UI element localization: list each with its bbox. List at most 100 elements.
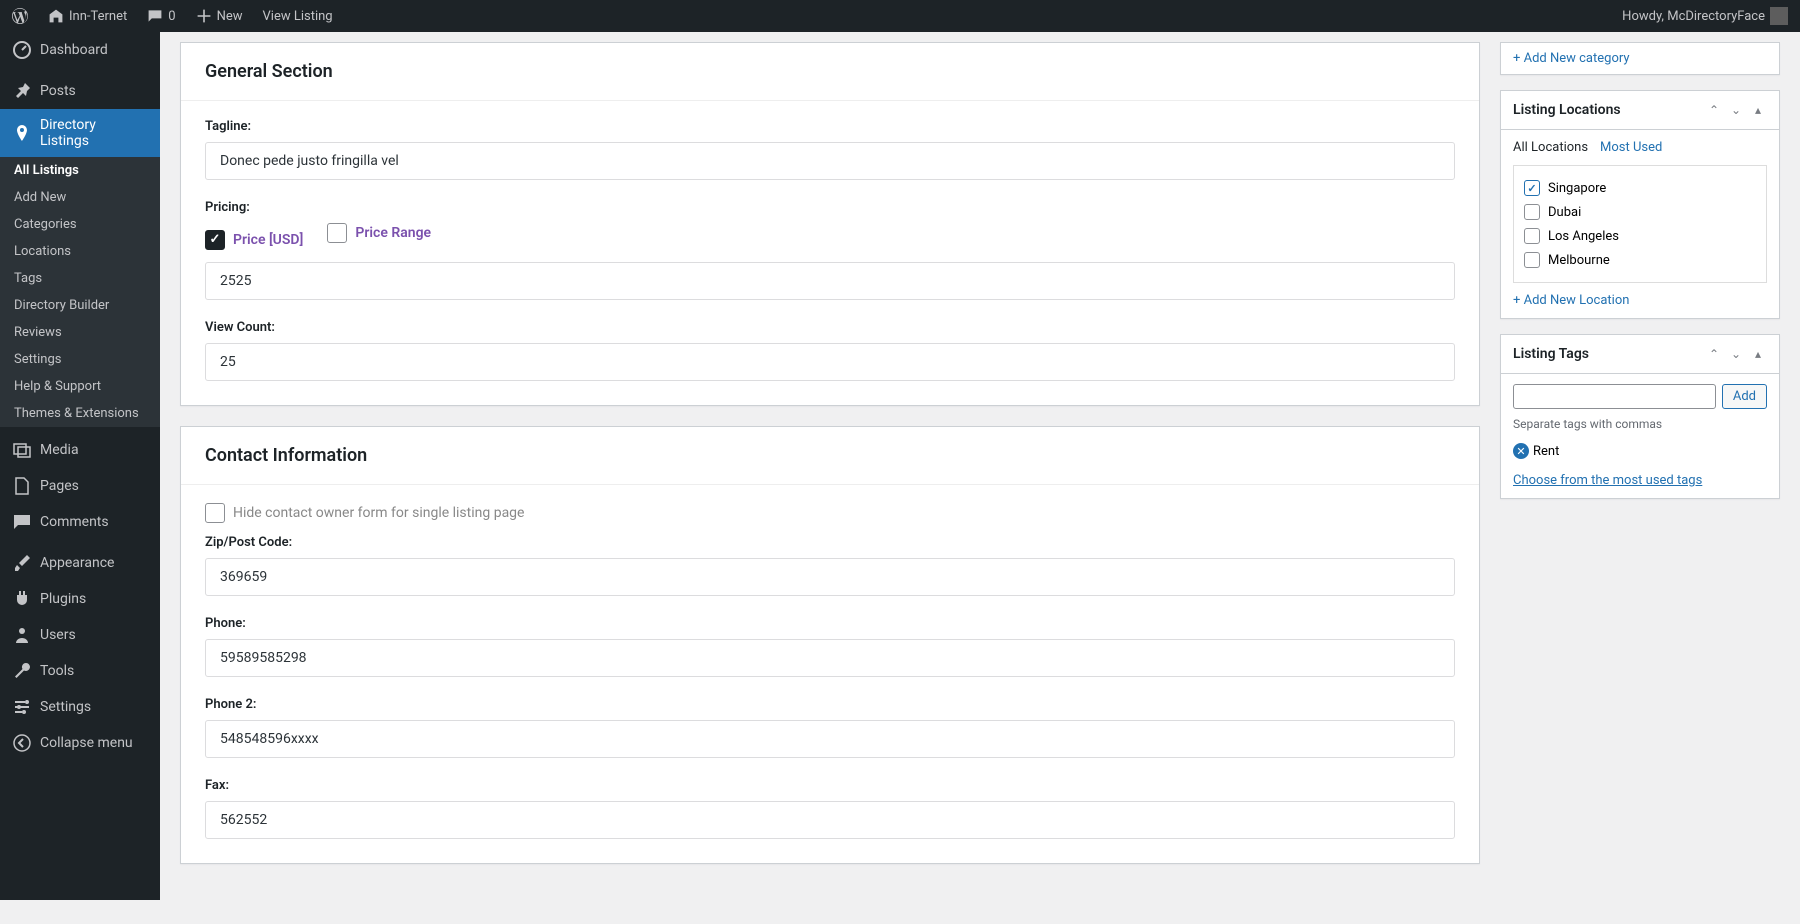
tag-chip-rent: ✕ Rent xyxy=(1513,443,1559,459)
brush-icon xyxy=(12,553,32,573)
panel-up-icon[interactable]: ⌃ xyxy=(1705,101,1723,119)
media-icon xyxy=(12,440,32,460)
sidebar-item-posts[interactable]: Posts xyxy=(0,73,160,109)
add-tag-button[interactable]: Add xyxy=(1722,384,1767,409)
view-count-input[interactable] xyxy=(205,343,1455,381)
comments-icon xyxy=(12,512,32,532)
panel-down-icon[interactable]: ⌄ xyxy=(1727,101,1745,119)
sidebar-submenu: All Listings Add New Categories Location… xyxy=(0,157,160,427)
new-label: New xyxy=(217,9,243,24)
pin-icon xyxy=(12,81,32,101)
price-input[interactable] xyxy=(205,262,1455,300)
location-label: Melbourne xyxy=(1548,253,1610,268)
comments-link[interactable]: 0 xyxy=(143,8,179,24)
location-label: Singapore xyxy=(1548,181,1606,196)
account-link[interactable]: Howdy, McDirectoryFace xyxy=(1618,7,1792,25)
wrench-icon xyxy=(12,661,32,681)
new-content-link[interactable]: New xyxy=(192,8,247,24)
site-name: Inn-Ternet xyxy=(69,9,127,24)
sidebar-item-collapse[interactable]: Collapse menu xyxy=(0,725,160,761)
sidebar-subitem-add-new[interactable]: Add New xyxy=(0,184,160,211)
comment-icon xyxy=(147,8,163,24)
listing-tags-panel: Listing Tags ⌃ ⌄ ▴ Add Separate tags wit… xyxy=(1500,334,1780,499)
tab-most-used-locations[interactable]: Most Used xyxy=(1600,140,1662,161)
sidebar-subitem-themes[interactable]: Themes & Extensions xyxy=(0,400,160,427)
plus-icon xyxy=(196,8,212,24)
location-checkbox[interactable] xyxy=(1524,228,1540,244)
sidebar-item-media[interactable]: Media xyxy=(0,432,160,468)
tab-all-locations[interactable]: All Locations xyxy=(1513,140,1588,161)
general-section-title: General Section xyxy=(181,43,1479,101)
panel-toggle-icon[interactable]: ▴ xyxy=(1749,101,1767,119)
view-listing-link[interactable]: View Listing xyxy=(259,9,337,24)
price-range-checkbox[interactable] xyxy=(327,223,347,243)
sidebar-subitem-all-listings[interactable]: All Listings xyxy=(0,157,160,184)
sliders-icon xyxy=(12,697,32,717)
collapse-icon xyxy=(12,733,32,753)
sidebar-item-settings[interactable]: Settings xyxy=(0,689,160,725)
admin-sidebar: Dashboard Posts Directory Listings All L… xyxy=(0,32,160,900)
location-item: Singapore xyxy=(1524,176,1756,200)
location-label: Los Angeles xyxy=(1548,229,1619,244)
comments-count: 0 xyxy=(168,9,175,24)
location-checkbox[interactable] xyxy=(1524,180,1540,196)
sidebar-item-comments[interactable]: Comments xyxy=(0,504,160,540)
tagline-input[interactable] xyxy=(205,142,1455,180)
panel-up-icon[interactable]: ⌃ xyxy=(1705,345,1723,363)
phone-input[interactable] xyxy=(205,639,1455,677)
sidebar-item-dashboard[interactable]: Dashboard xyxy=(0,32,160,68)
sidebar-subitem-directory-builder[interactable]: Directory Builder xyxy=(0,292,160,319)
zip-label: Zip/Post Code: xyxy=(205,535,1455,550)
sidebar-subitem-reviews[interactable]: Reviews xyxy=(0,319,160,346)
listing-locations-title: Listing Locations xyxy=(1513,102,1621,118)
location-checkbox[interactable] xyxy=(1524,252,1540,268)
wordpress-icon xyxy=(12,8,28,24)
add-new-category-link[interactable]: + Add New category xyxy=(1513,51,1630,66)
remove-tag-icon[interactable]: ✕ xyxy=(1513,443,1529,459)
location-item: Dubai xyxy=(1524,200,1756,224)
pricing-label: Pricing: xyxy=(205,200,1455,215)
choose-used-tags-link[interactable]: Choose from the most used tags xyxy=(1513,473,1702,488)
zip-input[interactable] xyxy=(205,558,1455,596)
contact-info-title: Contact Information xyxy=(181,427,1479,485)
view-count-label: View Count: xyxy=(205,320,1455,335)
tag-input[interactable] xyxy=(1513,384,1716,409)
locations-list: Singapore Dubai Los Angeles Melbourne xyxy=(1513,165,1767,283)
sidebar-subitem-help[interactable]: Help & Support xyxy=(0,373,160,400)
price-usd-label: Price [USD] xyxy=(233,232,303,248)
sidebar-item-tools[interactable]: Tools xyxy=(0,653,160,689)
sidebar-subitem-tags[interactable]: Tags xyxy=(0,265,160,292)
site-link[interactable]: Inn-Ternet xyxy=(44,8,131,24)
avatar-icon xyxy=(1770,7,1788,25)
location-item: Melbourne xyxy=(1524,248,1756,272)
price-range-label: Price Range xyxy=(355,225,431,241)
price-usd-checkbox[interactable] xyxy=(205,230,225,250)
hide-owner-checkbox[interactable] xyxy=(205,503,225,523)
plug-icon xyxy=(12,589,32,609)
fax-label: Fax: xyxy=(205,778,1455,793)
hide-owner-label: Hide contact owner form for single listi… xyxy=(233,505,524,521)
sidebar-subitem-locations[interactable]: Locations xyxy=(0,238,160,265)
location-checkbox[interactable] xyxy=(1524,204,1540,220)
panel-down-icon[interactable]: ⌄ xyxy=(1727,345,1745,363)
wp-logo[interactable] xyxy=(8,8,32,24)
sidebar-item-appearance[interactable]: Appearance xyxy=(0,545,160,581)
phone2-input[interactable] xyxy=(205,720,1455,758)
phone2-label: Phone 2: xyxy=(205,697,1455,712)
sidebar-item-pages[interactable]: Pages xyxy=(0,468,160,504)
location-label: Dubai xyxy=(1548,205,1581,220)
categories-panel: + Add New category xyxy=(1500,42,1780,75)
listing-tags-title: Listing Tags xyxy=(1513,346,1589,362)
sidebar-item-users[interactable]: Users xyxy=(0,617,160,653)
sidebar-item-plugins[interactable]: Plugins xyxy=(0,581,160,617)
panel-toggle-icon[interactable]: ▴ xyxy=(1749,345,1767,363)
dashboard-icon xyxy=(12,40,32,60)
fax-input[interactable] xyxy=(205,801,1455,839)
sidebar-item-directory-listings[interactable]: Directory Listings xyxy=(0,109,160,157)
sidebar-subitem-settings[interactable]: Settings xyxy=(0,346,160,373)
sidebar-subitem-categories[interactable]: Categories xyxy=(0,211,160,238)
location-item: Los Angeles xyxy=(1524,224,1756,248)
add-new-location-link[interactable]: + Add New Location xyxy=(1513,293,1629,308)
general-section-metabox: General Section Tagline: Pricing: Price … xyxy=(180,42,1480,406)
howdy-text: Howdy, McDirectoryFace xyxy=(1622,9,1765,24)
